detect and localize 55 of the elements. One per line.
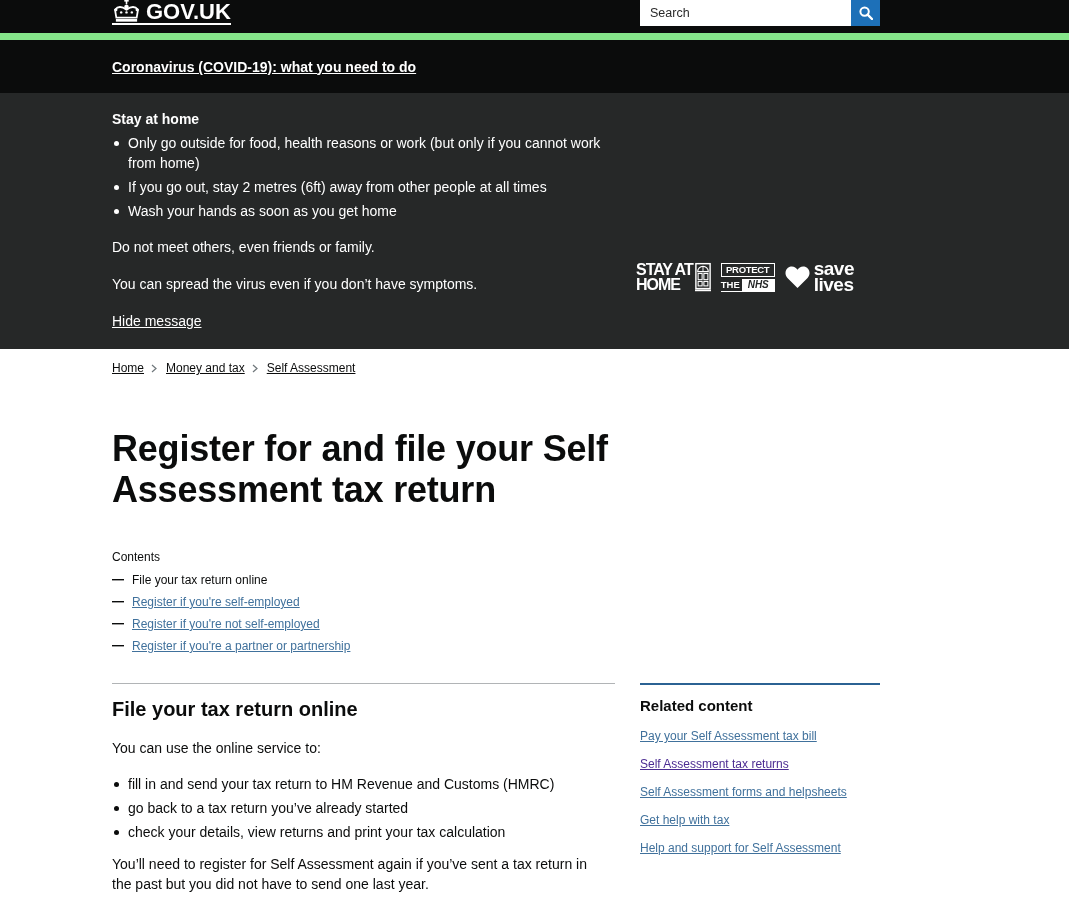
body-paragraph: You’ll need to register for Self Assessment again if you’ve sent a tax return in the past but you did not have to send one last year.: [112, 855, 588, 894]
related-link[interactable]: Self Assessment tax returns: [640, 755, 789, 773]
contents-item: File your tax return online: [132, 572, 268, 589]
notice-heading: Stay at home: [112, 110, 201, 129]
contents-link[interactable]: Register if you're self-employed: [132, 593, 300, 611]
door-icon: [694, 262, 711, 292]
bullet-icon: [114, 185, 119, 190]
notice-bullet-text: If you go out, stay 2 metres (6ft) away from other people at all times: [128, 178, 547, 197]
dash-icon: [112, 601, 124, 603]
campaign-logo-text: NHS: [741, 278, 775, 291]
bullet-icon: [114, 141, 119, 146]
dash-icon: [112, 645, 124, 647]
campaign-logo-text: HOME: [636, 277, 682, 292]
dash-icon: [112, 623, 124, 625]
section-heading: File your tax return online: [112, 697, 359, 722]
crown-icon: [112, 0, 141, 23]
breadcrumb-link[interactable]: Money and tax: [166, 360, 245, 376]
related-heading: Related content: [640, 696, 753, 716]
chevron-icon: [251, 363, 258, 373]
contents-link[interactable]: Register if you're a partner or partnership: [132, 637, 351, 655]
contents-label: Contents: [112, 549, 162, 566]
bullet-icon: [114, 782, 119, 787]
campaign-logo-text: save: [813, 261, 854, 277]
hide-message-link[interactable]: Hide message: [112, 311, 202, 331]
campaign-logo-text: lives: [813, 277, 854, 293]
page-title: Register for and file your Self Assessment tax return: [112, 428, 609, 510]
body-bullet-text: go back to a tax return you’ve already started: [128, 799, 409, 818]
contents-link[interactable]: Register if you're not self-employed: [132, 615, 320, 633]
search-icon: [858, 6, 873, 20]
notice-paragraph: You can spread the virus even if you don’t have symptoms.: [112, 275, 479, 294]
heart-icon: [784, 266, 810, 288]
related-link[interactable]: Help and support for Self Assessment: [640, 839, 841, 857]
body-bullet-text: check your details, view returns and print your tax calculation: [128, 823, 506, 842]
search-button[interactable]: [851, 0, 880, 26]
related-link[interactable]: Pay your Self Assessment tax bill: [640, 727, 817, 745]
search-field[interactable]: Search: [640, 0, 851, 26]
bullet-icon: [114, 830, 119, 835]
related-link[interactable]: Self Assessment forms and helpsheets: [640, 783, 847, 801]
campaign-logo-text: PROTECT: [720, 262, 775, 277]
body-paragraph: You can use the online service to:: [112, 739, 322, 758]
campaign-logo-text: STAY AT: [636, 262, 693, 277]
dash-icon: [112, 579, 124, 581]
logo-link[interactable]: GOV.UK: [112, 0, 231, 25]
related-link[interactable]: Get help with tax: [640, 811, 730, 829]
bullet-icon: [114, 209, 119, 214]
notice-bullet-text: Only go outside for food, health reasons or work (but only if you cannot work from home): [128, 134, 602, 173]
bullet-icon: [114, 806, 119, 811]
notice-bullet-text: Wash your hands as soon as you get home: [128, 202, 397, 221]
notice-paragraph: Do not meet others, even friends or family.: [112, 238, 376, 257]
breadcrumb-link[interactable]: Self Assessment: [266, 360, 356, 376]
breadcrumb-link[interactable]: Home: [112, 360, 144, 376]
chevron-icon: [151, 363, 157, 373]
body-bullet-text: fill in and send your tax return to HM Revenue and Customs (HMRC): [128, 775, 555, 794]
campaign-logo-text: THE: [720, 278, 740, 291]
coronavirus-link[interactable]: Coronavirus (COVID-19): what you need to do: [112, 58, 417, 75]
